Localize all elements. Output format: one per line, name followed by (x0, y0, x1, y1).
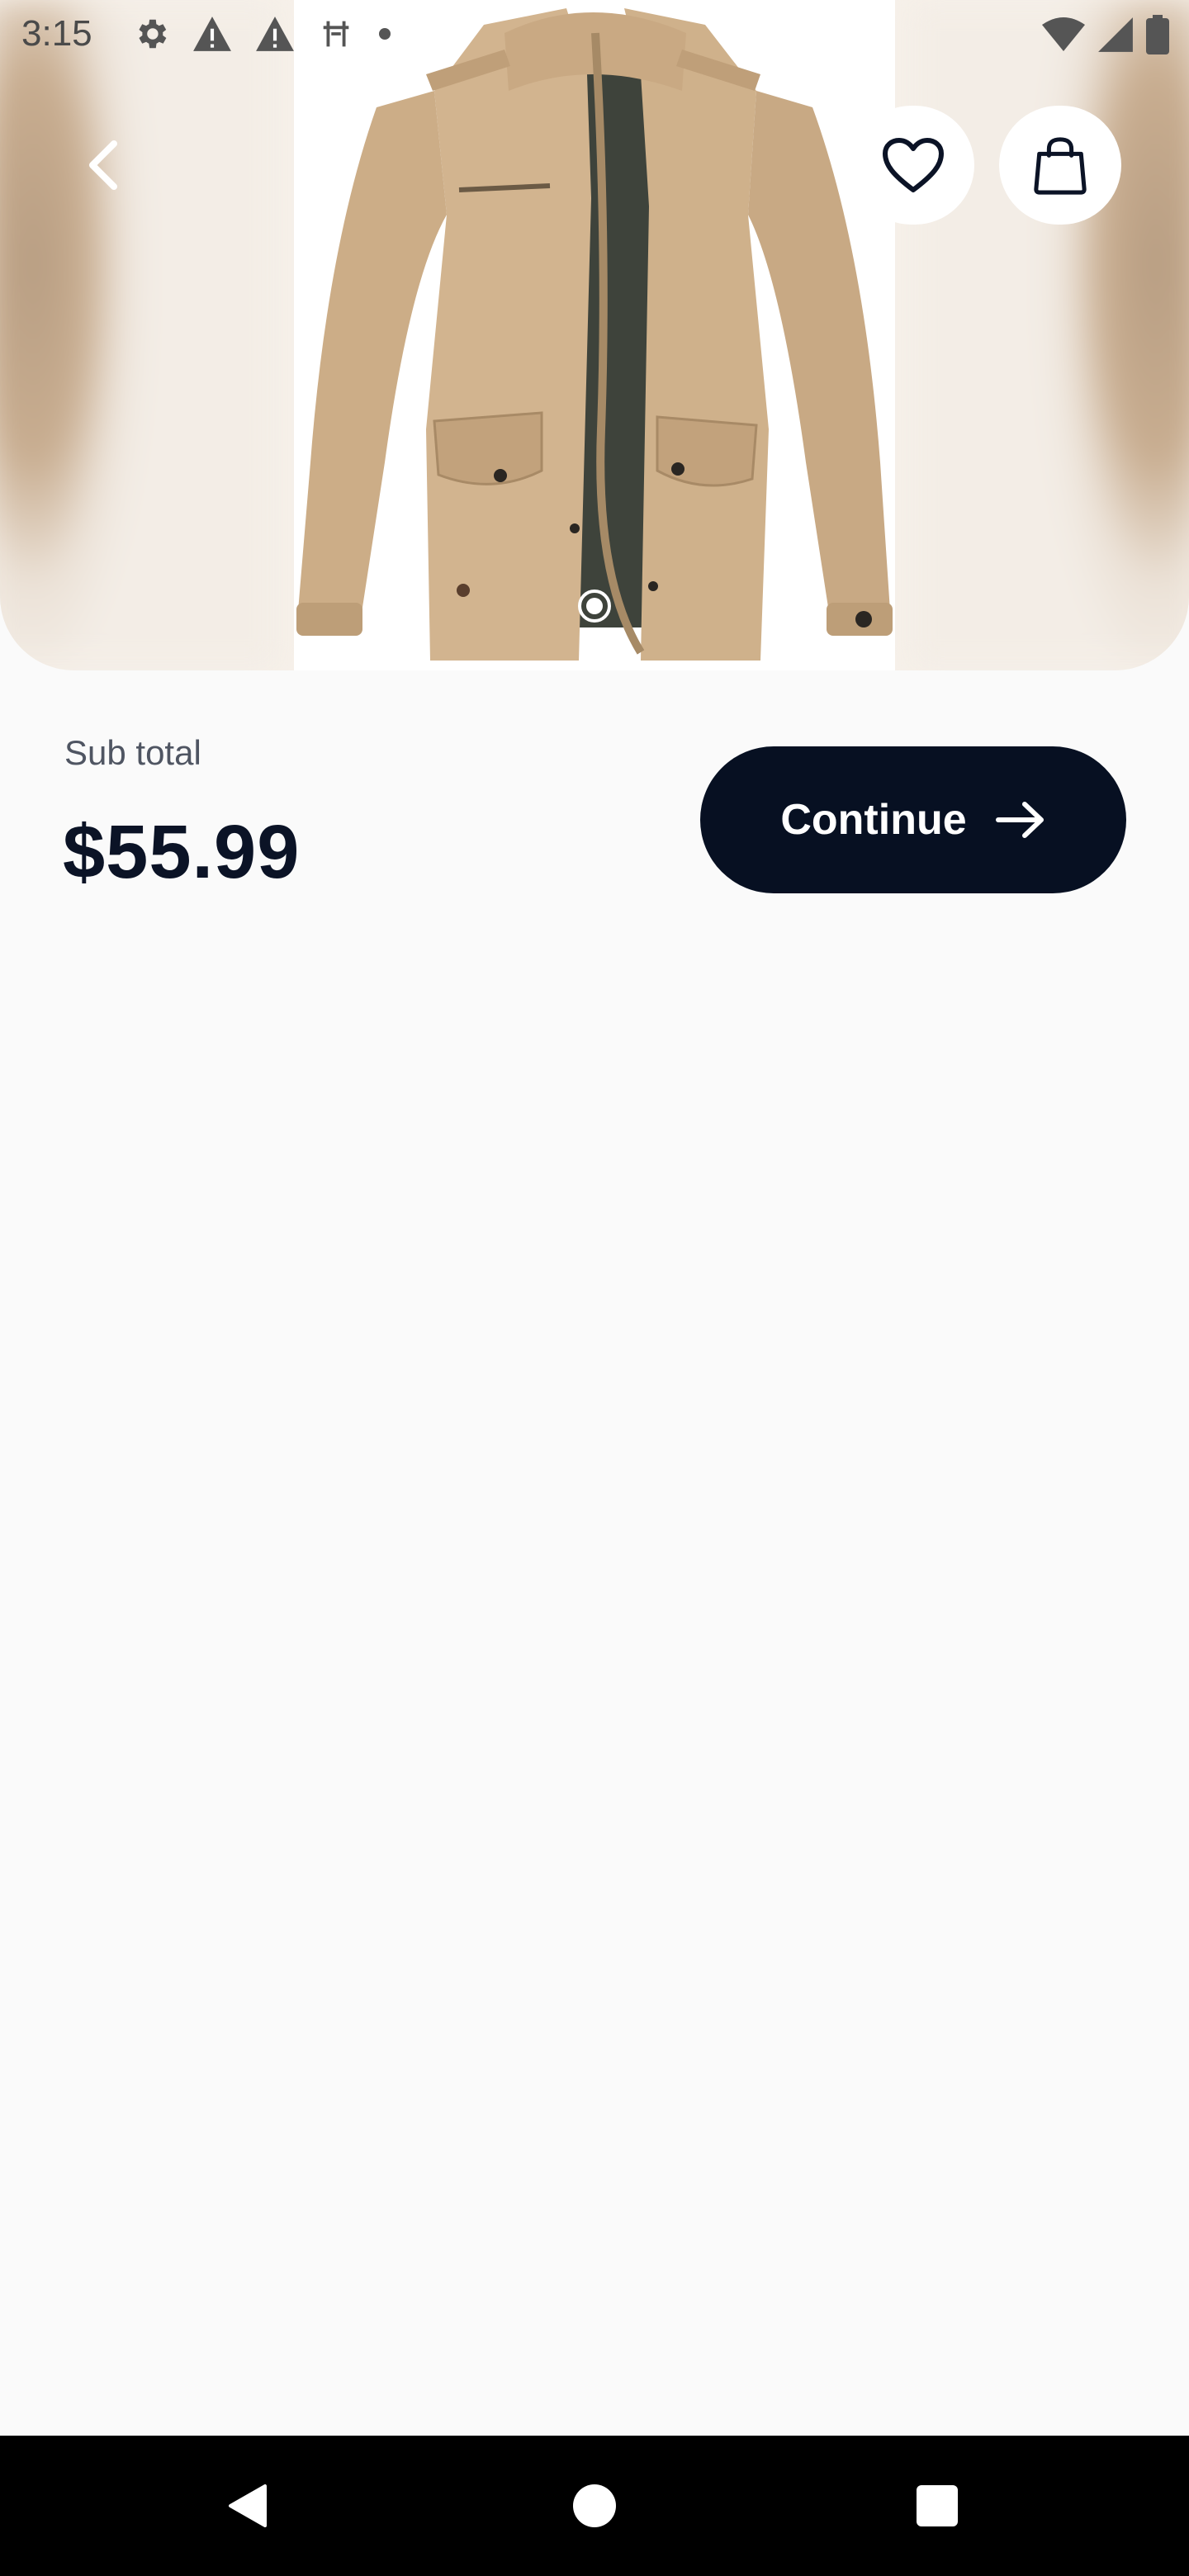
nav-back-triangle-icon (229, 2484, 267, 2527)
khaki-jacket-image (296, 8, 893, 661)
product-image (294, 0, 895, 670)
battery-icon (1146, 15, 1169, 54)
nav-back-button[interactable] (211, 2469, 286, 2543)
product-checkout-screen: 3:15 Sub total $55.99 Continue (0, 0, 1189, 2576)
nav-recents-square-icon (917, 2485, 958, 2526)
back-button[interactable] (69, 132, 135, 198)
heart-icon (883, 138, 944, 192)
antenna-icon (323, 21, 349, 47)
carousel-indicator-dot[interactable] (575, 586, 614, 626)
dot-icon (379, 28, 391, 40)
favorite-button[interactable] (852, 106, 974, 225)
subtotal-amount: $55.99 (63, 810, 301, 894)
settings-gear-icon (139, 19, 167, 49)
notification-icons (132, 15, 393, 53)
arrow-right-icon (995, 802, 1044, 838)
nav-home-button[interactable] (557, 2469, 632, 2543)
shopping-bag-icon (1034, 137, 1087, 195)
alert-triangle-icon (193, 17, 231, 51)
system-status-icons (1042, 15, 1169, 54)
subtotal-label: Sub total (64, 733, 201, 772)
chevron-left-icon (89, 140, 117, 190)
status-bar: 3:15 (0, 0, 1189, 69)
cell-signal-icon (1098, 17, 1133, 52)
continue-button-label: Continue (780, 796, 967, 844)
blurred-background-left (0, 0, 281, 670)
system-navigation-bar (0, 2436, 1189, 2576)
nav-home-circle-icon (573, 2484, 616, 2527)
nav-recents-button[interactable] (900, 2469, 974, 2543)
alert-triangle-icon (256, 17, 294, 51)
cart-button[interactable] (999, 106, 1121, 225)
status-time: 3:15 (21, 13, 92, 54)
wifi-icon (1042, 17, 1085, 51)
continue-button[interactable]: Continue (700, 746, 1126, 893)
product-image-carousel[interactable] (0, 0, 1189, 670)
blurred-background-right (908, 0, 1189, 670)
